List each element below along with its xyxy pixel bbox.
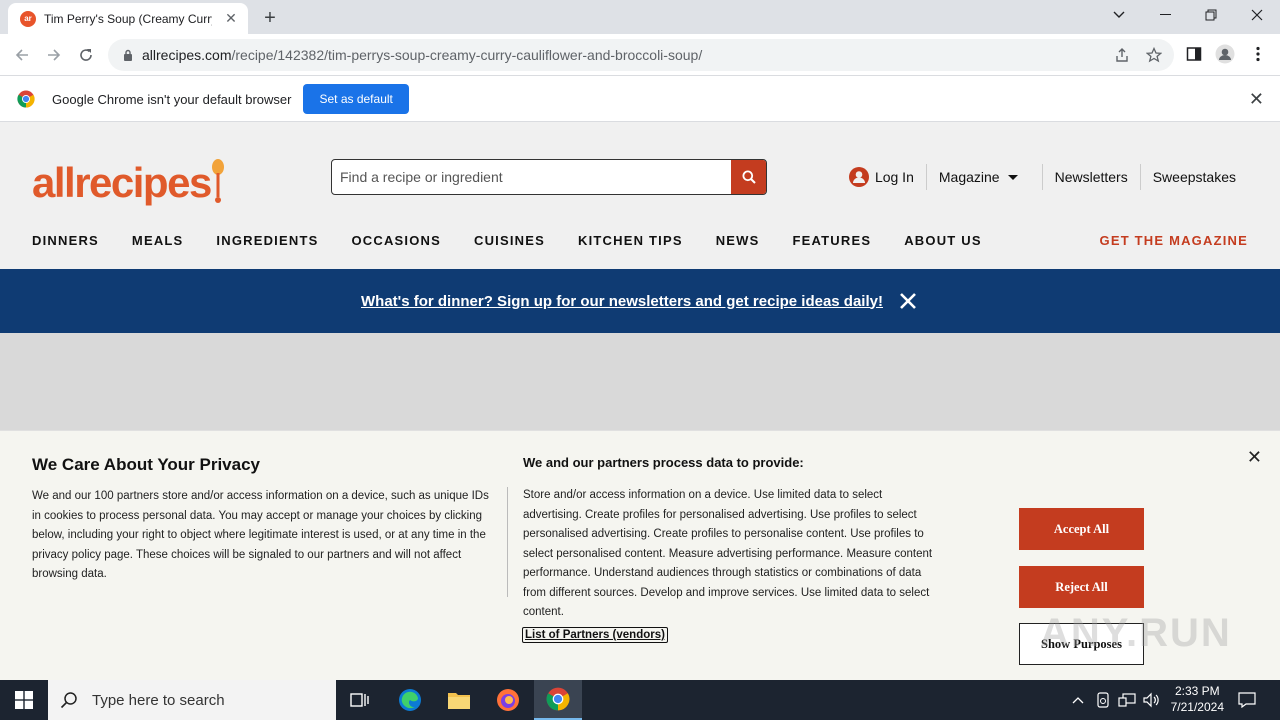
infobar-message: Google Chrome isn't your default browser (52, 91, 292, 107)
browser-toolbar: allrecipes.com/recipe/142382/tim-perrys-… (0, 34, 1280, 76)
task-view-icon[interactable] (336, 680, 384, 720)
lock-icon[interactable] (120, 47, 136, 63)
privacy-close-icon[interactable]: ✕ (1247, 447, 1262, 468)
allrecipes-favicon-icon: ar (20, 10, 36, 27)
firefox-icon[interactable] (484, 680, 532, 720)
edge-browser-icon[interactable] (386, 680, 434, 720)
magazine-dropdown[interactable]: Magazine (925, 164, 1030, 190)
nav-cuisines[interactable]: CUISINES (474, 233, 545, 248)
chrome-taskbar-icon[interactable] (534, 680, 582, 720)
bookmark-star-icon[interactable] (1144, 45, 1164, 65)
caret-down-icon (1007, 174, 1018, 180)
tab-close-icon[interactable]: ✕ (222, 9, 240, 27)
restore-icon[interactable] (1188, 0, 1234, 30)
anyrun-watermark: ANY.RUN (1040, 611, 1232, 655)
windows-start-icon[interactable] (0, 680, 48, 720)
accept-all-button[interactable]: Accept All (1019, 508, 1144, 550)
address-bar[interactable]: allrecipes.com/recipe/142382/tim-perrys-… (108, 39, 1174, 71)
banner-close-icon[interactable] (897, 290, 919, 312)
purposes-title: We and our partners process data to prov… (523, 455, 804, 470)
purposes-body: Store and/or access information on a dev… (523, 489, 933, 618)
sweepstakes-link[interactable]: Sweepstakes (1139, 164, 1248, 190)
taskbar-clock[interactable]: 2:33 PM 7/21/2024 (1171, 683, 1224, 715)
profile-avatar-icon[interactable] (1215, 44, 1235, 64)
site-header: allrecipes Log In Magazine Newsletters S… (0, 122, 1280, 269)
share-icon[interactable] (1112, 45, 1132, 65)
allrecipes-logo[interactable]: allrecipes (32, 152, 225, 204)
infobar-close-icon[interactable]: ✕ (1249, 89, 1264, 110)
privacy-divider (507, 487, 508, 597)
recipe-search (331, 159, 767, 195)
spoon-logo-icon (211, 159, 224, 203)
tab-strip: ar Tim Perry's Soup (Creamy Curry ✕ + (0, 0, 1280, 34)
url-text: allrecipes.com/recipe/142382/tim-perrys-… (142, 47, 703, 63)
new-tab-icon[interactable]: + (257, 5, 283, 31)
reject-all-button[interactable]: Reject All (1019, 566, 1144, 608)
back-arrow-icon[interactable] (9, 42, 35, 68)
privacy-consent-panel: We Care About Your Privacy We and our 10… (0, 430, 1280, 680)
tab-search-chevron-icon[interactable] (1096, 0, 1142, 30)
chrome-logo-icon (17, 90, 35, 108)
search-icon (742, 170, 756, 184)
network-icon[interactable] (1117, 690, 1137, 710)
notifications-icon[interactable] (1237, 690, 1257, 710)
nav-ingredients[interactable]: INGREDIENTS (216, 233, 318, 248)
minimize-icon[interactable] (1142, 0, 1188, 30)
taskbar-search[interactable]: Type here to search (48, 680, 336, 720)
privacy-body: We and our 100 partners store and/or acc… (32, 490, 489, 580)
list-of-partners-link[interactable]: List of Partners (vendors) (522, 627, 668, 643)
user-account-icon (848, 167, 869, 187)
tray-device-icon[interactable] (1093, 690, 1113, 710)
nav-news[interactable]: NEWS (716, 233, 760, 248)
login-label: Log In (874, 169, 914, 185)
set-as-default-button[interactable]: Set as default (303, 84, 409, 114)
reload-icon[interactable] (73, 42, 99, 68)
nav-dinners[interactable]: DINNERS (32, 233, 99, 248)
nav-meals[interactable]: MEALS (132, 233, 184, 248)
tab-title: Tim Perry's Soup (Creamy Curry (44, 11, 212, 26)
ad-placeholder (0, 333, 1280, 430)
volume-icon[interactable] (1141, 690, 1161, 710)
browser-tab[interactable]: ar Tim Perry's Soup (Creamy Curry ✕ (8, 3, 248, 34)
nav-about-us[interactable]: ABOUT US (904, 233, 982, 248)
windows-taskbar: Type here to search 2:33 PM 7/21/2024 (0, 680, 1280, 720)
main-navigation: DINNERS MEALS INGREDIENTS OCCASIONS CUIS… (32, 233, 1015, 248)
clock-date: 7/21/2024 (1170, 700, 1224, 714)
search-button[interactable] (731, 160, 766, 194)
side-panel-icon[interactable] (1184, 44, 1204, 64)
logo-text: allrecipes (32, 159, 212, 206)
forward-arrow-icon[interactable] (41, 42, 67, 68)
taskbar-search-icon (60, 692, 77, 709)
newsletter-banner: What's for dinner? Sign up for our newsl… (0, 269, 1280, 333)
file-explorer-icon[interactable] (435, 680, 483, 720)
newsletter-signup-link[interactable]: What's for dinner? Sign up for our newsl… (361, 293, 883, 310)
header-links: Log In Magazine Newsletters Sweepstakes (837, 164, 1248, 190)
nav-features[interactable]: FEATURES (793, 233, 872, 248)
newsletters-link[interactable]: Newsletters (1041, 164, 1140, 190)
window-close-icon[interactable] (1234, 0, 1280, 30)
login-link[interactable]: Log In (837, 164, 926, 190)
nav-occasions[interactable]: OCCASIONS (351, 233, 441, 248)
clock-time: 2:33 PM (1174, 684, 1220, 698)
privacy-title: We Care About Your Privacy (32, 455, 260, 474)
tray-chevron-up-icon[interactable] (1068, 690, 1088, 710)
menu-kebab-icon[interactable] (1248, 44, 1268, 64)
magazine-label: Magazine (938, 169, 1000, 185)
nav-kitchen-tips[interactable]: KITCHEN TIPS (578, 233, 683, 248)
default-browser-infobar: Google Chrome isn't your default browser… (0, 77, 1280, 122)
recipe-search-input[interactable] (332, 160, 731, 194)
get-the-magazine-link[interactable]: GET THE MAGAZINE (1100, 233, 1248, 248)
taskbar-search-placeholder: Type here to search (92, 691, 225, 709)
